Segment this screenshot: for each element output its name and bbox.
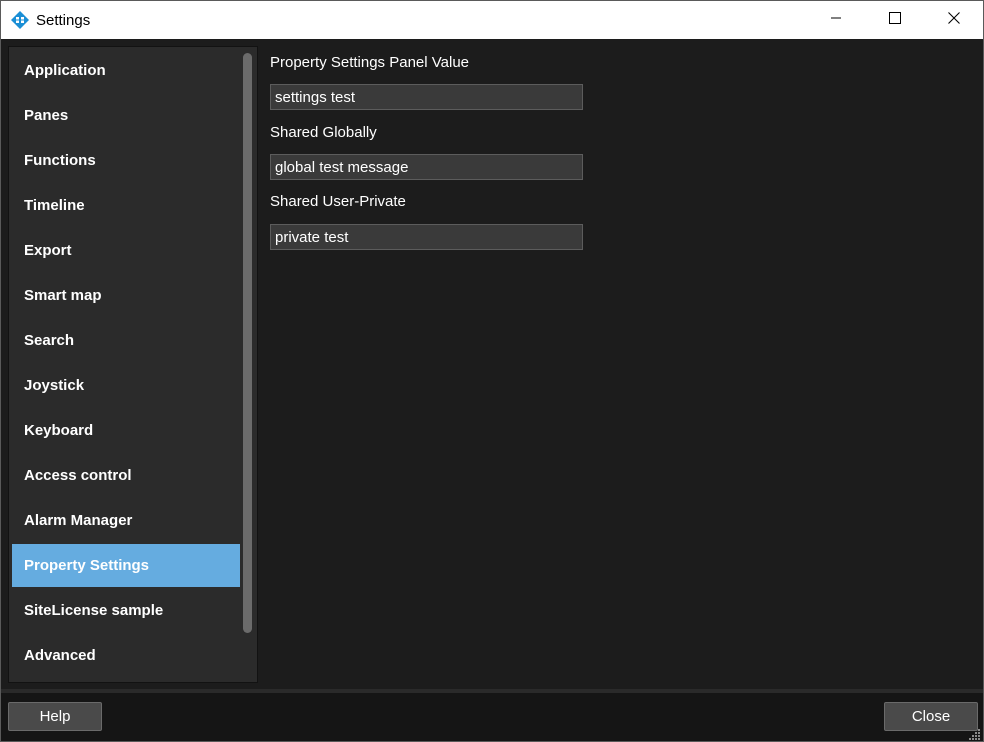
sidebar-item-sitelicense-sample[interactable]: SiteLicense sample	[12, 589, 240, 632]
sidebar-item-functions[interactable]: Functions	[12, 139, 240, 182]
resize-grip-icon[interactable]	[969, 727, 981, 740]
sidebar-item-smart-map[interactable]: Smart map	[12, 274, 240, 317]
sidebar-item-alarm-manager[interactable]: Alarm Manager	[12, 499, 240, 542]
maximize-icon	[889, 11, 901, 29]
settings-window: Settings Application Panes Functions Tim…	[0, 0, 984, 742]
sidebar-item-property-settings[interactable]: Property Settings	[12, 544, 240, 587]
close-icon	[948, 11, 960, 29]
sidebar-item-search[interactable]: Search	[12, 319, 240, 362]
sidebar-item-keyboard[interactable]: Keyboard	[12, 409, 240, 452]
sidebar-item-advanced[interactable]: Advanced	[12, 634, 240, 677]
maximize-button[interactable]	[866, 1, 924, 39]
sidebar-item-timeline[interactable]: Timeline	[12, 184, 240, 227]
panel-value-input[interactable]	[270, 84, 583, 110]
diamond-app-icon	[10, 10, 30, 30]
close-button[interactable]: Close	[884, 702, 978, 731]
property-settings-panel: Property Settings Panel Value Shared Glo…	[261, 46, 981, 686]
shared-globally-label: Shared Globally	[270, 124, 377, 141]
sidebar-item-joystick[interactable]: Joystick	[12, 364, 240, 407]
shared-user-private-input[interactable]	[270, 224, 583, 250]
title-bar[interactable]: Settings	[1, 1, 983, 39]
panel-value-label: Property Settings Panel Value	[270, 54, 470, 71]
sidebar-item-access-control[interactable]: Access control	[12, 454, 240, 497]
help-button[interactable]: Help	[8, 702, 102, 731]
settings-category-list: Application Panes Functions Timeline Exp…	[8, 46, 258, 683]
sidebar-item-application[interactable]: Application	[12, 49, 240, 92]
sidebar-item-export[interactable]: Export	[12, 229, 240, 272]
sidebar-scrollbar[interactable]	[243, 53, 252, 633]
shared-globally-input[interactable]	[270, 154, 583, 180]
minimize-button[interactable]	[807, 1, 865, 39]
minimize-icon	[830, 11, 842, 29]
close-window-button[interactable]	[925, 1, 983, 39]
sidebar-item-panes[interactable]: Panes	[12, 94, 240, 137]
window-title: Settings	[36, 12, 91, 29]
dialog-footer: Help Close	[1, 693, 983, 741]
shared-user-private-label: Shared User-Private	[270, 193, 406, 210]
